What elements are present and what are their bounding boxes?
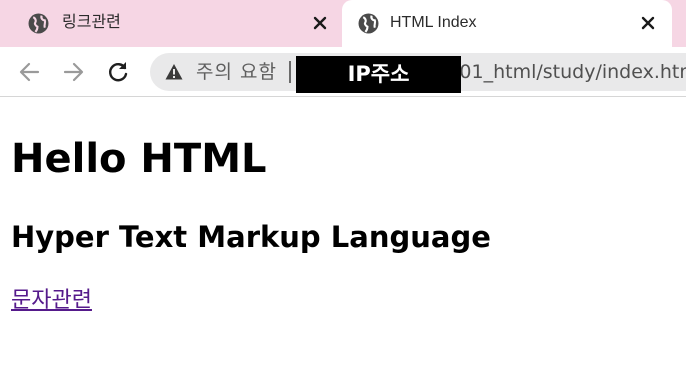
tab-link-related[interactable]: 링크관련 xyxy=(0,0,342,47)
tab-title: 링크관련 xyxy=(62,14,121,31)
tab-html-index[interactable]: HTML Index xyxy=(342,0,672,47)
globe-icon xyxy=(28,13,49,34)
close-icon[interactable] xyxy=(309,12,331,34)
page-heading-2: Hyper Text Markup Language xyxy=(11,220,491,254)
security-warning-label: 주의 요함 xyxy=(196,61,277,83)
forward-arrow-icon[interactable] xyxy=(60,59,86,85)
globe-icon xyxy=(358,13,379,34)
close-icon[interactable] xyxy=(637,12,659,34)
url-path: /01_html/study/index.html xyxy=(453,61,686,83)
reload-icon[interactable] xyxy=(105,59,131,85)
page-heading-1: Hello HTML xyxy=(11,136,267,182)
tab-strip: 링크관련 HTML Index xyxy=(0,0,686,47)
omnibox-separator xyxy=(289,61,291,83)
back-arrow-icon[interactable] xyxy=(17,59,43,85)
tab-title: HTML Index xyxy=(390,14,477,31)
warning-icon[interactable] xyxy=(165,63,183,81)
text-related-link[interactable]: 문자관련 xyxy=(11,287,92,315)
ip-address-redaction: IP주소 xyxy=(296,56,461,93)
